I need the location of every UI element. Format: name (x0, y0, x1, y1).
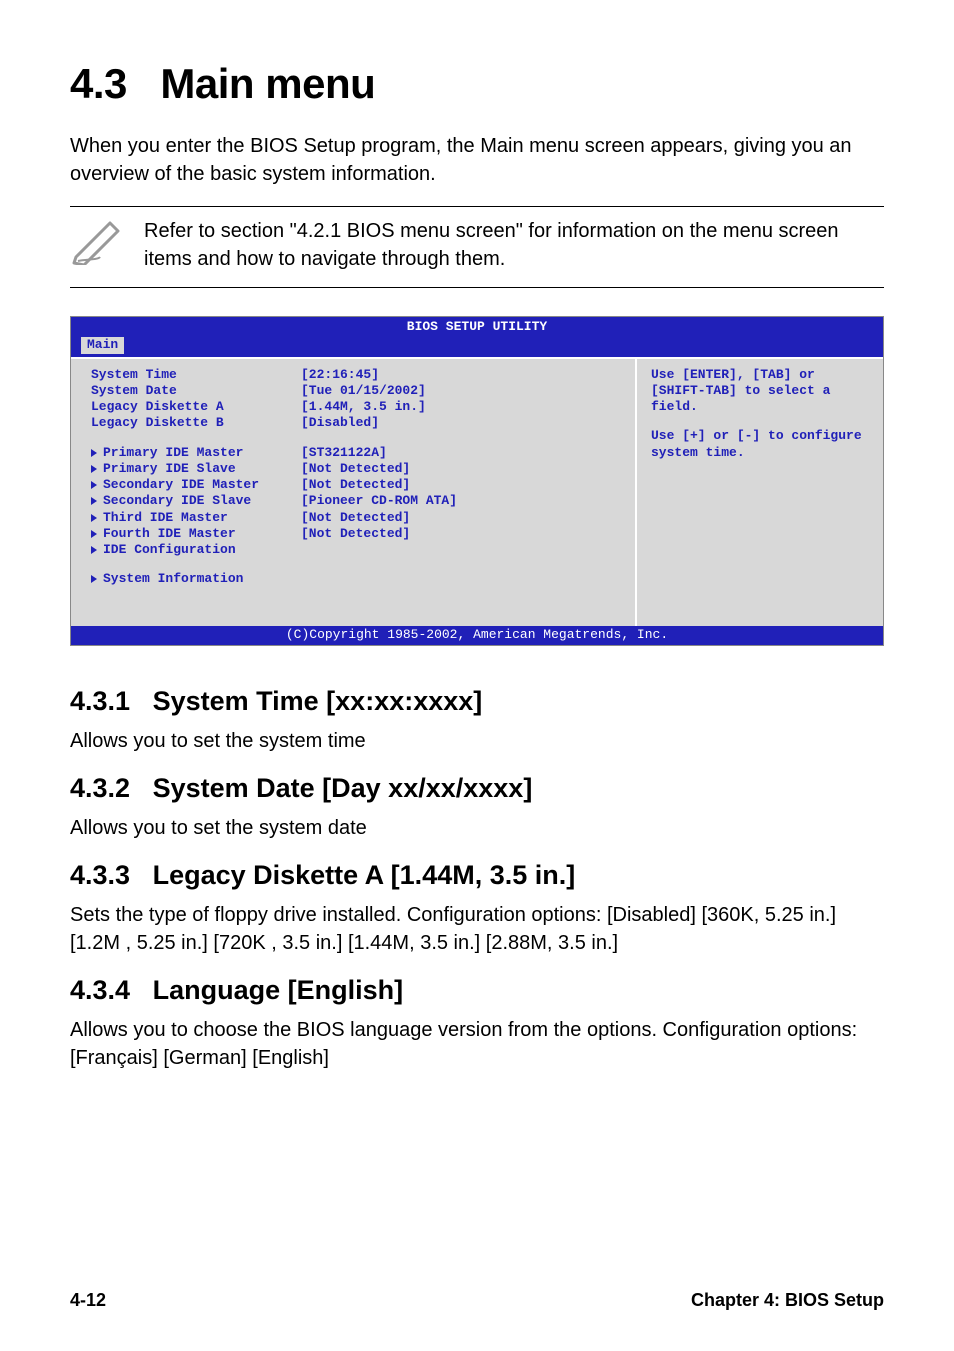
bios-value: [Disabled] (301, 415, 615, 431)
page-heading: 4.3 Main menu (70, 60, 884, 108)
section-title: System Date [Day xx/xx/xxxx] (153, 773, 533, 803)
bios-label-text: Primary IDE Slave (103, 461, 236, 477)
heading-number: 4.3 (70, 60, 127, 107)
bios-label: Legacy Diskette A (91, 399, 301, 415)
pencil-note-icon (70, 217, 126, 265)
bios-copyright: (C)Copyright 1985-2002, American Megatre… (71, 626, 883, 645)
bios-row-primary-master[interactable]: Primary IDE Master [ST321122A] (91, 445, 615, 461)
bios-row-primary-slave[interactable]: Primary IDE Slave [Not Detected] (91, 461, 615, 477)
chevron-right-icon (91, 449, 97, 457)
section-num: 4.3.3 (70, 860, 130, 890)
bios-label: Secondary IDE Master (91, 477, 301, 493)
bios-help-text-2: Use [+] or [-] to configure system time. (651, 428, 869, 461)
bios-label: Third IDE Master (91, 510, 301, 526)
spacer (91, 558, 615, 571)
bios-row-system-date[interactable]: System Date [Tue 01/15/2002] (91, 383, 615, 399)
bios-window: BIOS SETUP UTILITY Main System Time [22:… (70, 316, 884, 646)
bios-value: [1.44M, 3.5 in.] (301, 399, 615, 415)
bios-label: Secondary IDE Slave (91, 493, 301, 509)
bios-label-text: Secondary IDE Slave (103, 493, 251, 509)
bios-help-pane: Use [ENTER], [TAB] or [SHIFT-TAB] to sel… (635, 359, 883, 626)
bios-label: System Information (91, 571, 301, 587)
page-number: 4-12 (70, 1290, 106, 1311)
bios-label: Primary IDE Master (91, 445, 301, 461)
bios-label-text: Third IDE Master (103, 510, 228, 526)
bios-label: Legacy Diskette B (91, 415, 301, 431)
section-title: Language [English] (153, 975, 404, 1005)
chevron-right-icon (91, 575, 97, 583)
bios-label-text: Primary IDE Master (103, 445, 243, 461)
bios-title: BIOS SETUP UTILITY (71, 317, 883, 335)
bios-tab-main[interactable]: Main (81, 337, 124, 353)
section-body-431: Allows you to set the system time (70, 727, 884, 755)
bios-label: System Date (91, 383, 301, 399)
bios-row-third-master[interactable]: Third IDE Master [Not Detected] (91, 510, 615, 526)
bios-help-text-1: Use [ENTER], [TAB] or [SHIFT-TAB] to sel… (651, 367, 869, 416)
bios-row-fourth-master[interactable]: Fourth IDE Master [Not Detected] (91, 526, 615, 542)
chevron-right-icon (91, 514, 97, 522)
chapter-label: Chapter 4: BIOS Setup (691, 1290, 884, 1311)
bios-row-diskette-a[interactable]: Legacy Diskette A [1.44M, 3.5 in.] (91, 399, 615, 415)
bios-label: IDE Configuration (91, 542, 301, 558)
bios-row-system-time[interactable]: System Time [22:16:45] (91, 367, 615, 383)
bios-value: [22:16:45] (301, 367, 615, 383)
bios-value: [Tue 01/15/2002] (301, 383, 615, 399)
section-heading-431: 4.3.1 System Time [xx:xx:xxxx] (70, 686, 884, 717)
bios-value: [Not Detected] (301, 477, 615, 493)
bios-label-text: Fourth IDE Master (103, 526, 236, 542)
section-heading-433: 4.3.3 Legacy Diskette A [1.44M, 3.5 in.] (70, 860, 884, 891)
bios-label: Fourth IDE Master (91, 526, 301, 542)
intro-paragraph: When you enter the BIOS Setup program, t… (70, 132, 884, 188)
chevron-right-icon (91, 530, 97, 538)
section-heading-434: 4.3.4 Language [English] (70, 975, 884, 1006)
section-num: 4.3.1 (70, 686, 130, 716)
bios-row-ide-config[interactable]: IDE Configuration (91, 542, 615, 558)
bios-row-secondary-master[interactable]: Secondary IDE Master [Not Detected] (91, 477, 615, 493)
section-heading-432: 4.3.2 System Date [Day xx/xx/xxxx] (70, 773, 884, 804)
chevron-right-icon (91, 481, 97, 489)
note-text: Refer to section "4.2.1 BIOS menu screen… (144, 217, 884, 273)
bios-value: [Not Detected] (301, 461, 615, 477)
section-num: 4.3.4 (70, 975, 130, 1005)
bios-label: System Time (91, 367, 301, 383)
heading-title: Main menu (160, 60, 375, 107)
bios-label-text: IDE Configuration (103, 542, 236, 558)
bios-value: [ST321122A] (301, 445, 615, 461)
section-num: 4.3.2 (70, 773, 130, 803)
chevron-right-icon (91, 497, 97, 505)
section-title: System Time [xx:xx:xxxx] (153, 686, 483, 716)
bios-label: Primary IDE Slave (91, 461, 301, 477)
bios-value: [Not Detected] (301, 526, 615, 542)
bios-value: [Pioneer CD-ROM ATA] (301, 493, 615, 509)
spacer (91, 432, 615, 445)
bios-label-text: Secondary IDE Master (103, 477, 259, 493)
bios-label-text: System Information (103, 571, 243, 587)
bios-body: System Time [22:16:45] System Date [Tue … (71, 357, 883, 626)
spacer (651, 415, 869, 428)
bios-tabbar: Main (71, 335, 883, 356)
bios-left-pane: System Time [22:16:45] System Date [Tue … (71, 359, 635, 626)
bios-value (301, 571, 615, 587)
chevron-right-icon (91, 546, 97, 554)
page-footer: 4-12 Chapter 4: BIOS Setup (70, 1290, 884, 1311)
section-body-434: Allows you to choose the BIOS language v… (70, 1016, 884, 1072)
section-title: Legacy Diskette A [1.44M, 3.5 in.] (153, 860, 576, 890)
bios-value (301, 542, 615, 558)
note-box: Refer to section "4.2.1 BIOS menu screen… (70, 207, 884, 288)
section-body-432: Allows you to set the system date (70, 814, 884, 842)
section-body-433: Sets the type of floppy drive installed.… (70, 901, 884, 957)
bios-value: [Not Detected] (301, 510, 615, 526)
bios-row-diskette-b[interactable]: Legacy Diskette B [Disabled] (91, 415, 615, 431)
chevron-right-icon (91, 465, 97, 473)
bios-row-secondary-slave[interactable]: Secondary IDE Slave [Pioneer CD-ROM ATA] (91, 493, 615, 509)
bios-row-system-info[interactable]: System Information (91, 571, 615, 587)
